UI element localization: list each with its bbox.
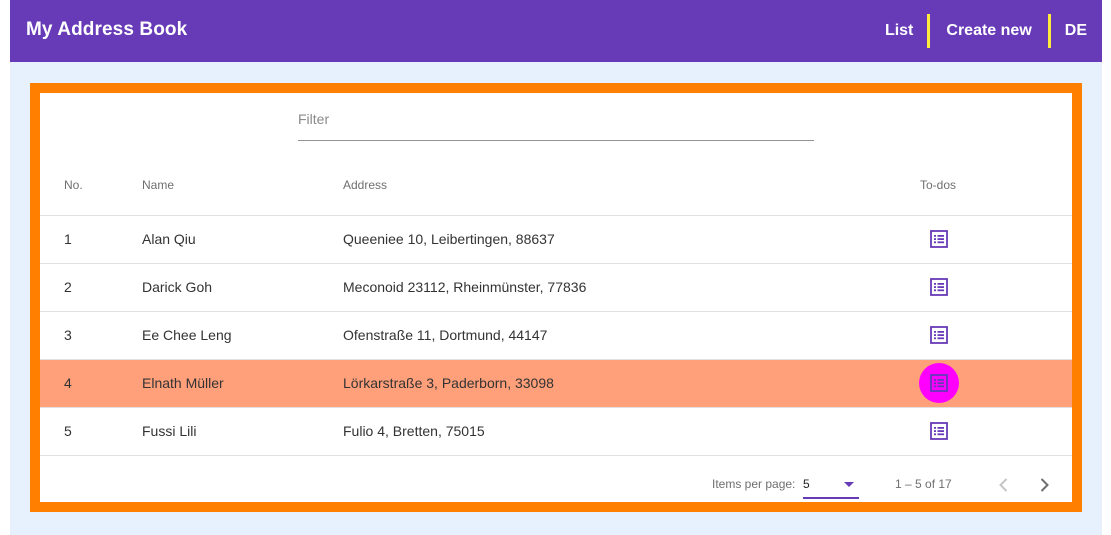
cell-no: 3 bbox=[40, 311, 142, 360]
cell-address: Fulio 4, Bretten, 75015 bbox=[343, 407, 920, 456]
previous-page-button[interactable] bbox=[990, 469, 1018, 501]
dropdown-arrow-icon bbox=[844, 482, 854, 487]
cell-todos bbox=[919, 215, 1072, 264]
cell-todos bbox=[919, 359, 1072, 408]
nav-create-new-link[interactable]: Create new bbox=[930, 14, 1047, 48]
table-row[interactable]: 5 Fussi Lili Fulio 4, Bretten, 75015 bbox=[40, 407, 1072, 456]
cell-name: Alan Qiu bbox=[142, 215, 343, 264]
items-per-page-label: Items per page: bbox=[712, 477, 796, 491]
filter-field[interactable] bbox=[298, 109, 814, 141]
cell-no: 4 bbox=[40, 359, 142, 408]
paginator: Items per page: 5 1 – 5 of 17 bbox=[40, 457, 1072, 513]
list-icon bbox=[930, 326, 948, 344]
cell-address: Meconoid 23112, Rheinmünster, 77836 bbox=[343, 263, 920, 312]
nav-list-link[interactable]: List bbox=[869, 14, 927, 48]
cell-address: Lörkarstraße 3, Paderborn, 33098 bbox=[343, 359, 920, 408]
cell-todos bbox=[919, 407, 1072, 456]
list-icon bbox=[930, 422, 948, 440]
chevron-left-icon bbox=[999, 478, 1008, 492]
top-nav: List Create new DE bbox=[869, 14, 1102, 48]
header-todos: To-dos bbox=[920, 155, 1072, 216]
cell-name: Elnath Müller bbox=[142, 359, 343, 408]
app-shell: My Address Book List Create new DE No. N… bbox=[10, 0, 1102, 535]
cell-address: Queeniee 10, Leibertingen, 88637 bbox=[343, 215, 920, 264]
table-row[interactable]: 2 Darick Goh Meconoid 23112, Rheinmünste… bbox=[40, 263, 1072, 312]
todos-button[interactable] bbox=[919, 267, 959, 307]
header-name[interactable]: Name bbox=[142, 155, 343, 216]
nav-language-link[interactable]: DE bbox=[1051, 14, 1102, 48]
cell-todos bbox=[919, 311, 1072, 360]
page-size-select[interactable]: 5 bbox=[803, 475, 859, 499]
todos-button[interactable] bbox=[919, 219, 959, 259]
todos-button[interactable] bbox=[919, 411, 959, 451]
header-no[interactable]: No. bbox=[40, 155, 142, 216]
cell-name: Fussi Lili bbox=[142, 407, 343, 456]
table-header-row: No. Name Address To-dos bbox=[40, 155, 1072, 216]
top-toolbar: My Address Book List Create new DE bbox=[10, 0, 1102, 62]
list-icon bbox=[930, 374, 948, 392]
filter-input[interactable] bbox=[298, 109, 814, 127]
todos-button[interactable] bbox=[919, 315, 959, 355]
page-size-value: 5 bbox=[803, 477, 810, 491]
cell-address: Ofenstraße 11, Dortmund, 44147 bbox=[343, 311, 920, 360]
cell-name: Darick Goh bbox=[142, 263, 343, 312]
todos-button[interactable] bbox=[919, 363, 959, 403]
header-address[interactable]: Address bbox=[343, 155, 920, 216]
list-icon bbox=[930, 278, 948, 296]
cell-no: 2 bbox=[40, 263, 142, 312]
chevron-right-icon bbox=[1040, 478, 1049, 492]
table-row-highlighted[interactable]: 4 Elnath Müller Lörkarstraße 3, Paderbor… bbox=[40, 359, 1072, 408]
table-row[interactable]: 1 Alan Qiu Queeniee 10, Leibertingen, 88… bbox=[40, 215, 1072, 264]
cell-name: Ee Chee Leng bbox=[142, 311, 343, 360]
next-page-button[interactable] bbox=[1030, 469, 1058, 501]
page-range-label: 1 – 5 of 17 bbox=[895, 477, 952, 491]
list-icon bbox=[930, 230, 948, 248]
cell-no: 5 bbox=[40, 407, 142, 456]
app-title: My Address Book bbox=[26, 19, 188, 40]
address-table-card: No. Name Address To-dos 1 Alan Qiu Queen… bbox=[30, 83, 1082, 512]
cell-no: 1 bbox=[40, 215, 142, 264]
table-row[interactable]: 3 Ee Chee Leng Ofenstraße 11, Dortmund, … bbox=[40, 311, 1072, 360]
address-table: No. Name Address To-dos 1 Alan Qiu Queen… bbox=[40, 155, 1072, 456]
cell-todos bbox=[919, 263, 1072, 312]
